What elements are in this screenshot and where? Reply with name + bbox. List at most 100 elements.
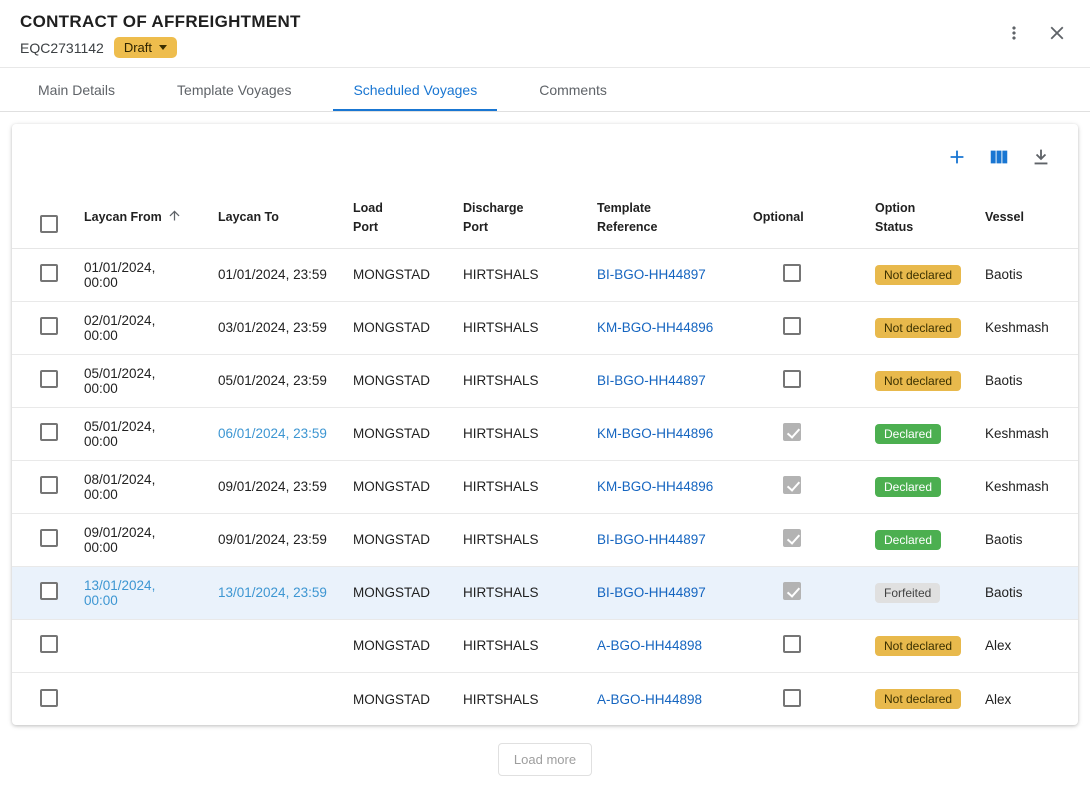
table-row[interactable]: 01/01/2024, 00:00 01/01/2024, 23:59 MONG… (12, 248, 1078, 301)
template-reference-link[interactable]: BI-BGO-HH44897 (597, 532, 706, 547)
option-status-badge: Not declared (875, 371, 961, 391)
table-row[interactable]: 02/01/2024, 00:00 03/01/2024, 23:59 MONG… (12, 301, 1078, 354)
status-dropdown[interactable]: Draft (114, 37, 177, 58)
optional-checkbox[interactable] (783, 317, 801, 335)
discharge-port-cell: HIRTSHALS (447, 248, 581, 301)
option-status-badge: Declared (875, 424, 941, 444)
column-header-laycan-to[interactable]: Laycan To (202, 188, 337, 248)
table-row[interactable]: 09/01/2024, 00:00 09/01/2024, 23:59 MONG… (12, 513, 1078, 566)
template-reference-link[interactable]: A-BGO-HH44898 (597, 638, 702, 653)
add-voyage-button[interactable] (944, 144, 970, 170)
row-checkbox[interactable] (40, 423, 58, 441)
chevron-down-icon (159, 45, 167, 50)
tab-template-voyages[interactable]: Template Voyages (157, 68, 311, 111)
laycan-from-cell: 09/01/2024, 00:00 (84, 525, 155, 555)
columns-button[interactable] (986, 144, 1012, 170)
column-header-option-status[interactable]: Option Status (859, 188, 969, 248)
option-status-badge: Not declared (875, 689, 961, 709)
template-reference-link[interactable]: KM-BGO-HH44896 (597, 320, 713, 335)
row-checkbox[interactable] (40, 635, 58, 653)
more-options-button[interactable] (1002, 21, 1026, 45)
table-header-row: Laycan FromLaycan To Load Port Discharge P… (12, 188, 1078, 248)
discharge-port-cell: HIRTSHALS (447, 619, 581, 672)
row-checkbox[interactable] (40, 264, 58, 282)
laycan-from-cell: 13/01/2024, 00:00 (84, 578, 155, 608)
vessel-cell: Keshmash (969, 407, 1078, 460)
row-checkbox[interactable] (40, 582, 58, 600)
column-header-label: Template Reference (597, 201, 657, 234)
table-row[interactable]: MONGSTAD HIRTSHALS A-BGO-HH44898 Not dec… (12, 672, 1078, 725)
discharge-port-cell: HIRTSHALS (447, 460, 581, 513)
table-row[interactable]: 08/01/2024, 00:00 09/01/2024, 23:59 MONG… (12, 460, 1078, 513)
tab-comments[interactable]: Comments (519, 68, 627, 111)
optional-checkbox[interactable] (783, 582, 801, 600)
discharge-port-cell: HIRTSHALS (447, 513, 581, 566)
table-row[interactable]: 05/01/2024, 00:00 05/01/2024, 23:59 MONG… (12, 354, 1078, 407)
vessel-cell: Keshmash (969, 301, 1078, 354)
tab-label: Comments (539, 82, 607, 98)
status-badge-label: Draft (124, 40, 152, 55)
select-all-checkbox[interactable] (40, 215, 58, 233)
optional-checkbox[interactable] (783, 635, 801, 653)
optional-checkbox[interactable] (783, 370, 801, 388)
table-row[interactable]: 13/01/2024, 00:00 13/01/2024, 23:59 MONG… (12, 566, 1078, 619)
template-reference-link[interactable]: BI-BGO-HH44897 (597, 585, 706, 600)
row-checkbox[interactable] (40, 529, 58, 547)
laycan-from-cell: 01/01/2024, 00:00 (84, 260, 155, 290)
template-reference-link[interactable]: BI-BGO-HH44897 (597, 373, 706, 388)
optional-checkbox[interactable] (783, 689, 801, 707)
column-header-load-port[interactable]: Load Port (337, 188, 447, 248)
laycan-to-cell: 09/01/2024, 23:59 (218, 532, 327, 547)
column-header-label: Option Status (875, 201, 915, 234)
load-port-cell: MONGSTAD (337, 301, 447, 354)
dialog-header: CONTRACT OF AFFREIGHTMENT EQC2731142 Dra… (0, 0, 1090, 68)
column-header-optional[interactable]: Optional (737, 188, 859, 248)
load-more-wrap: Load more (12, 725, 1078, 788)
voyages-table: Laycan FromLaycan To Load Port Discharge P… (12, 188, 1078, 725)
laycan-from-cell: 08/01/2024, 00:00 (84, 472, 155, 502)
tab-main-details[interactable]: Main Details (18, 68, 135, 111)
column-header-laycan-from[interactable]: Laycan From (68, 188, 202, 248)
template-reference-link[interactable]: KM-BGO-HH44896 (597, 479, 713, 494)
row-checkbox[interactable] (40, 370, 58, 388)
optional-checkbox[interactable] (783, 264, 801, 282)
column-header-vessel[interactable]: Vessel (969, 188, 1078, 248)
tab-label: Main Details (38, 82, 115, 98)
template-reference-link[interactable]: BI-BGO-HH44897 (597, 267, 706, 282)
table-row[interactable]: MONGSTAD HIRTSHALS A-BGO-HH44898 Not dec… (12, 619, 1078, 672)
optional-checkbox[interactable] (783, 423, 801, 441)
column-header-template-reference[interactable]: Template Reference (581, 188, 737, 248)
option-status-badge: Declared (875, 530, 941, 550)
tabs: Main Details Template Voyages Scheduled Vo… (0, 68, 1090, 112)
kebab-icon (1004, 23, 1024, 43)
tab-scheduled-voyages[interactable]: Scheduled Voyages (333, 68, 497, 111)
discharge-port-cell: HIRTSHALS (447, 672, 581, 725)
row-checkbox[interactable] (40, 689, 58, 707)
optional-checkbox[interactable] (783, 529, 801, 547)
close-button[interactable] (1044, 20, 1070, 46)
main-area: Laycan FromLaycan To Load Port Discharge P… (0, 112, 1090, 788)
column-header-label: Optional (753, 210, 804, 224)
column-header-label: Discharge Port (463, 201, 523, 234)
template-reference-link[interactable]: A-BGO-HH44898 (597, 692, 702, 707)
subtitle-row: EQC2731142 Draft (20, 37, 301, 58)
vessel-cell: Baotis (969, 354, 1078, 407)
row-checkbox[interactable] (40, 476, 58, 494)
vessel-cell: Baotis (969, 566, 1078, 619)
download-icon (1030, 146, 1052, 168)
sort-asc-icon (167, 208, 182, 223)
select-all-header (12, 188, 68, 248)
download-button[interactable] (1028, 144, 1054, 170)
load-port-cell: MONGSTAD (337, 672, 447, 725)
card-toolbar (12, 124, 1078, 188)
row-checkbox[interactable] (40, 317, 58, 335)
template-reference-link[interactable]: KM-BGO-HH44896 (597, 426, 713, 441)
load-more-button[interactable]: Load more (498, 743, 592, 776)
laycan-from-cell: 02/01/2024, 00:00 (84, 313, 155, 343)
table-body: 01/01/2024, 00:00 01/01/2024, 23:59 MONG… (12, 248, 1078, 725)
column-header-label: Load Port (353, 201, 383, 234)
option-status-badge: Not declared (875, 318, 961, 338)
table-row[interactable]: 05/01/2024, 00:00 06/01/2024, 23:59 MONG… (12, 407, 1078, 460)
optional-checkbox[interactable] (783, 476, 801, 494)
column-header-discharge-port[interactable]: Discharge Port (447, 188, 581, 248)
